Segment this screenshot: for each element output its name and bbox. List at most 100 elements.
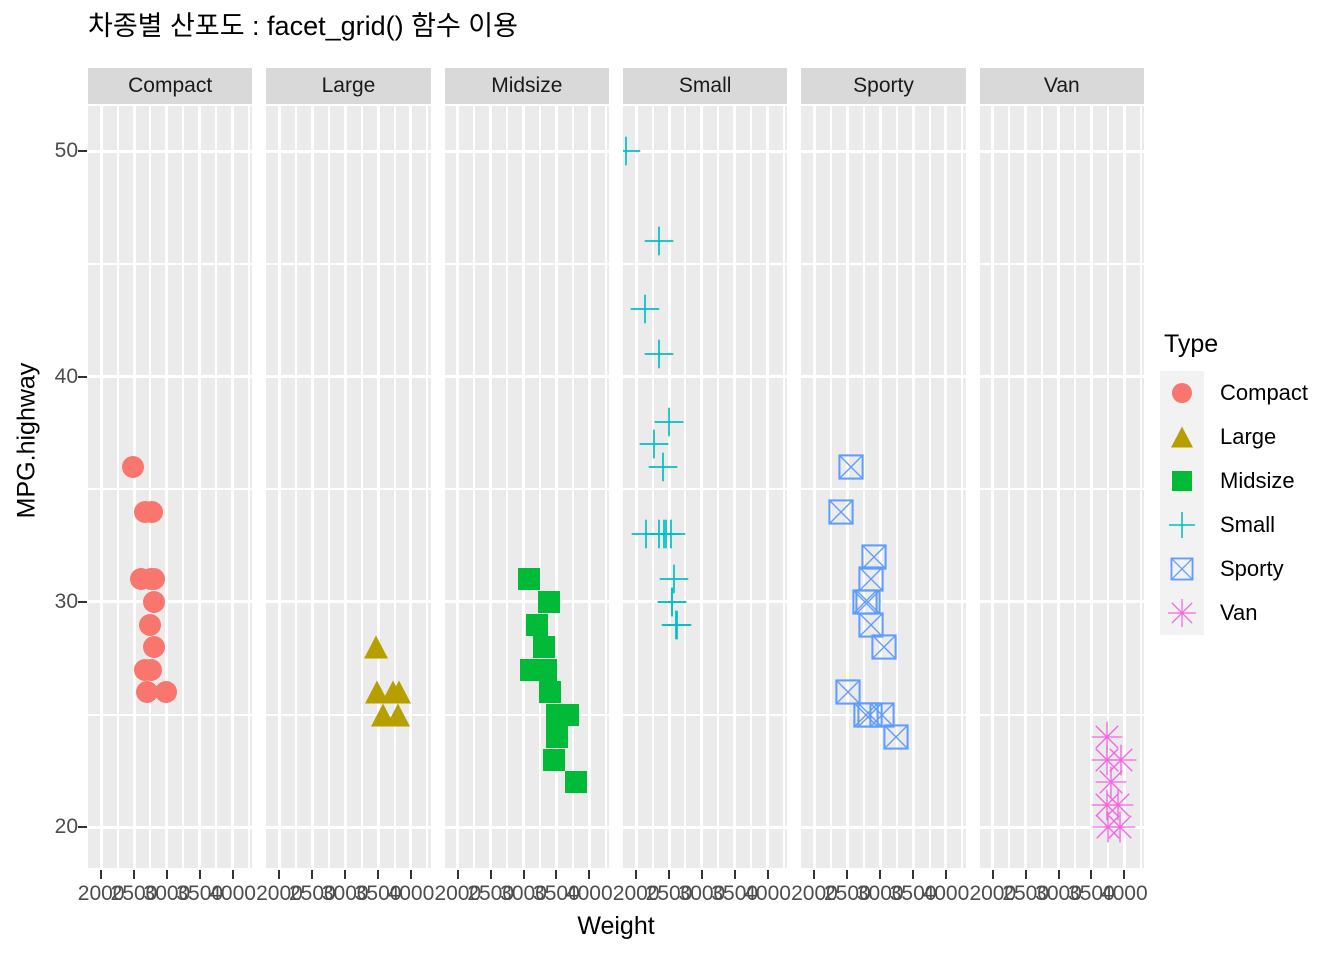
data-point-small [642,224,676,258]
gridline-minor-horizontal [444,713,609,716]
gridline-minor-horizontal [88,713,253,716]
legend-item-compact[interactable]: Compact [1160,371,1340,415]
gridline-minor-horizontal [623,262,788,265]
facet-panel [979,106,1144,868]
gridline-major-vertical [911,106,915,868]
gridline-major-vertical [634,106,638,868]
gridline-minor-vertical [604,106,607,868]
x-tick-mark [311,870,314,879]
x-tick-mark [668,870,670,879]
gridline-major-horizontal [444,600,609,604]
data-point-sporty [854,562,888,596]
gridline-minor-horizontal [266,713,431,716]
x-tick-mark [278,870,281,879]
legend-item-sporty[interactable]: Sporty [1160,547,1340,591]
legend-item-large[interactable]: Large [1160,415,1340,459]
gridline-minor-horizontal [801,488,966,491]
legend: Type Compact Large Midsize Small Sporty Van [1160,330,1340,635]
x-tick-mark [165,870,168,879]
gridline-major-horizontal [979,600,1144,604]
x-tick-label: 4000 [565,882,613,905]
facet-panel [623,106,788,868]
legend-item-label: Sporty [1220,556,1284,581]
legend-items: Compact Large Midsize Small Sporty Van [1160,371,1340,635]
gridline-major-horizontal [444,149,609,153]
data-point-small [642,517,676,551]
legend-key-circle-icon [1160,371,1204,415]
y-tick-mark [78,375,87,378]
data-point-compact [143,636,166,659]
data-point-sporty [854,607,888,641]
gridline-minor-vertical [327,106,330,868]
gridline-major-vertical [165,106,169,868]
gridline-minor-vertical [538,106,541,868]
legend-key-asterisk-icon [1160,591,1204,635]
gridline-minor-vertical [829,106,832,868]
gridline-major-vertical [1024,106,1028,868]
data-point-sporty [857,540,891,574]
legend-item-midsize[interactable]: Midsize [1160,459,1340,503]
data-point-small [642,337,676,371]
gridline-minor-vertical [116,106,119,868]
legend-item-van[interactable]: Van [1160,591,1340,635]
x-tick-mark [409,870,412,879]
gridline-minor-vertical [393,106,396,868]
gridline-minor-vertical [895,106,898,868]
data-point-van [1104,743,1138,777]
facet-panel [266,106,431,868]
legend-item-small[interactable]: Small [1160,503,1340,547]
legend-key-square-icon [1160,459,1204,503]
gridline-major-horizontal [88,149,253,153]
facet-van: Van [979,68,1144,868]
gridline-major-horizontal [88,825,253,829]
y-tick-mark [78,150,87,153]
facet-compact: Compact [88,68,253,868]
y-axis-ticks: 20 30 40 50 [0,0,87,960]
data-point-midsize [532,636,555,659]
data-point-small [660,607,694,641]
gridline-major-horizontal [266,825,431,829]
gridline-minor-horizontal [266,488,431,491]
y-tick-label: 30 [54,589,78,613]
gridline-major-horizontal [801,825,966,829]
y-tick-label: 50 [54,139,78,163]
gridline-minor-vertical [1008,106,1011,868]
x-tick-mark [991,870,994,879]
gridline-major-vertical [944,106,948,868]
x-tick-mark [344,870,347,879]
gridline-minor-vertical [248,106,251,868]
gridline-minor-vertical [473,106,476,868]
gridline-major-horizontal [623,375,788,379]
gridline-minor-horizontal [979,488,1144,491]
gridline-minor-vertical [783,106,786,868]
legend-item-label: Large [1220,424,1277,449]
gridline-minor-vertical [426,106,429,868]
facet-strip-label: Large [266,68,431,104]
x-tick-mark [879,870,882,879]
x-tick-mark [1123,870,1126,879]
gridline-minor-horizontal [88,262,253,265]
legend-title: Type [1164,330,1219,358]
legend-item-label: Small [1220,512,1276,537]
gridline-major-vertical [409,106,413,868]
gridline-major-vertical [198,106,202,868]
legend-key-cross-icon [1160,503,1204,547]
data-point-small [654,517,688,551]
y-tick-label: 40 [54,364,78,388]
y-tick-label: 20 [54,815,78,839]
gridline-major-horizontal [266,375,431,379]
gridline-minor-horizontal [266,262,431,265]
gridline-major-horizontal [623,825,788,829]
x-tick-mark [635,870,638,879]
x-tick-mark [1090,870,1093,879]
gridline-minor-vertical [961,106,964,868]
data-point-compact [141,500,164,523]
gridline-minor-vertical [149,106,152,868]
facet-sporty: Sporty [801,68,966,868]
gridline-major-horizontal [801,375,966,379]
x-tick-mark [733,870,736,879]
gridline-major-vertical [1057,106,1061,868]
x-tick-mark [456,870,459,879]
facet-strip-label: Midsize [444,68,609,104]
gridline-major-vertical [456,106,460,868]
